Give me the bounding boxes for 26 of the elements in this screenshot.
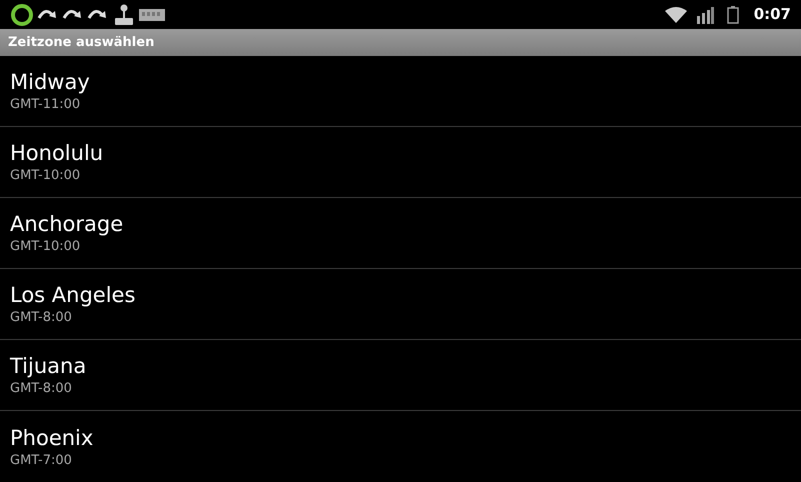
gmt-offset: GMT-8:00 xyxy=(10,309,73,327)
timezone-item[interactable]: Los Angeles GMT-8:00 xyxy=(0,269,801,340)
memory-card-icon xyxy=(139,6,165,23)
city-name: Phoenix xyxy=(10,424,94,452)
gmt-offset: GMT-10:00 xyxy=(10,238,82,256)
timezone-item[interactable]: Honolulu GMT-10:00 xyxy=(0,127,801,198)
gmt-offset: GMT-8:00 xyxy=(10,380,73,398)
gmt-offset: GMT-11:00 xyxy=(10,96,82,114)
ring-icon xyxy=(10,2,34,27)
joystick-icon xyxy=(112,2,136,27)
city-name: Anchorage xyxy=(10,211,124,238)
timezone-item[interactable]: Phoenix GMT-7:00 xyxy=(0,411,801,482)
battery-icon xyxy=(726,6,739,24)
city-name: Los Angeles xyxy=(10,282,136,309)
city-name: Honolulu xyxy=(10,140,104,167)
timezone-item[interactable]: Tijuana GMT-8:00 xyxy=(0,340,801,411)
wifi-icon xyxy=(664,6,687,23)
signal-icon xyxy=(696,6,714,24)
gmt-offset: GMT-10:00 xyxy=(10,167,82,185)
clock-time: 0:07 xyxy=(754,4,791,26)
city-name: Midway xyxy=(10,69,91,96)
timezone-item[interactable]: Midway GMT-11:00 xyxy=(0,56,801,127)
city-name: Tijuana xyxy=(10,353,88,380)
gmt-offset: GMT-7:00 xyxy=(10,452,73,470)
screen-title: Zeitzone auswählen xyxy=(8,34,154,52)
timezone-item[interactable]: Anchorage GMT-10:00 xyxy=(0,198,801,269)
